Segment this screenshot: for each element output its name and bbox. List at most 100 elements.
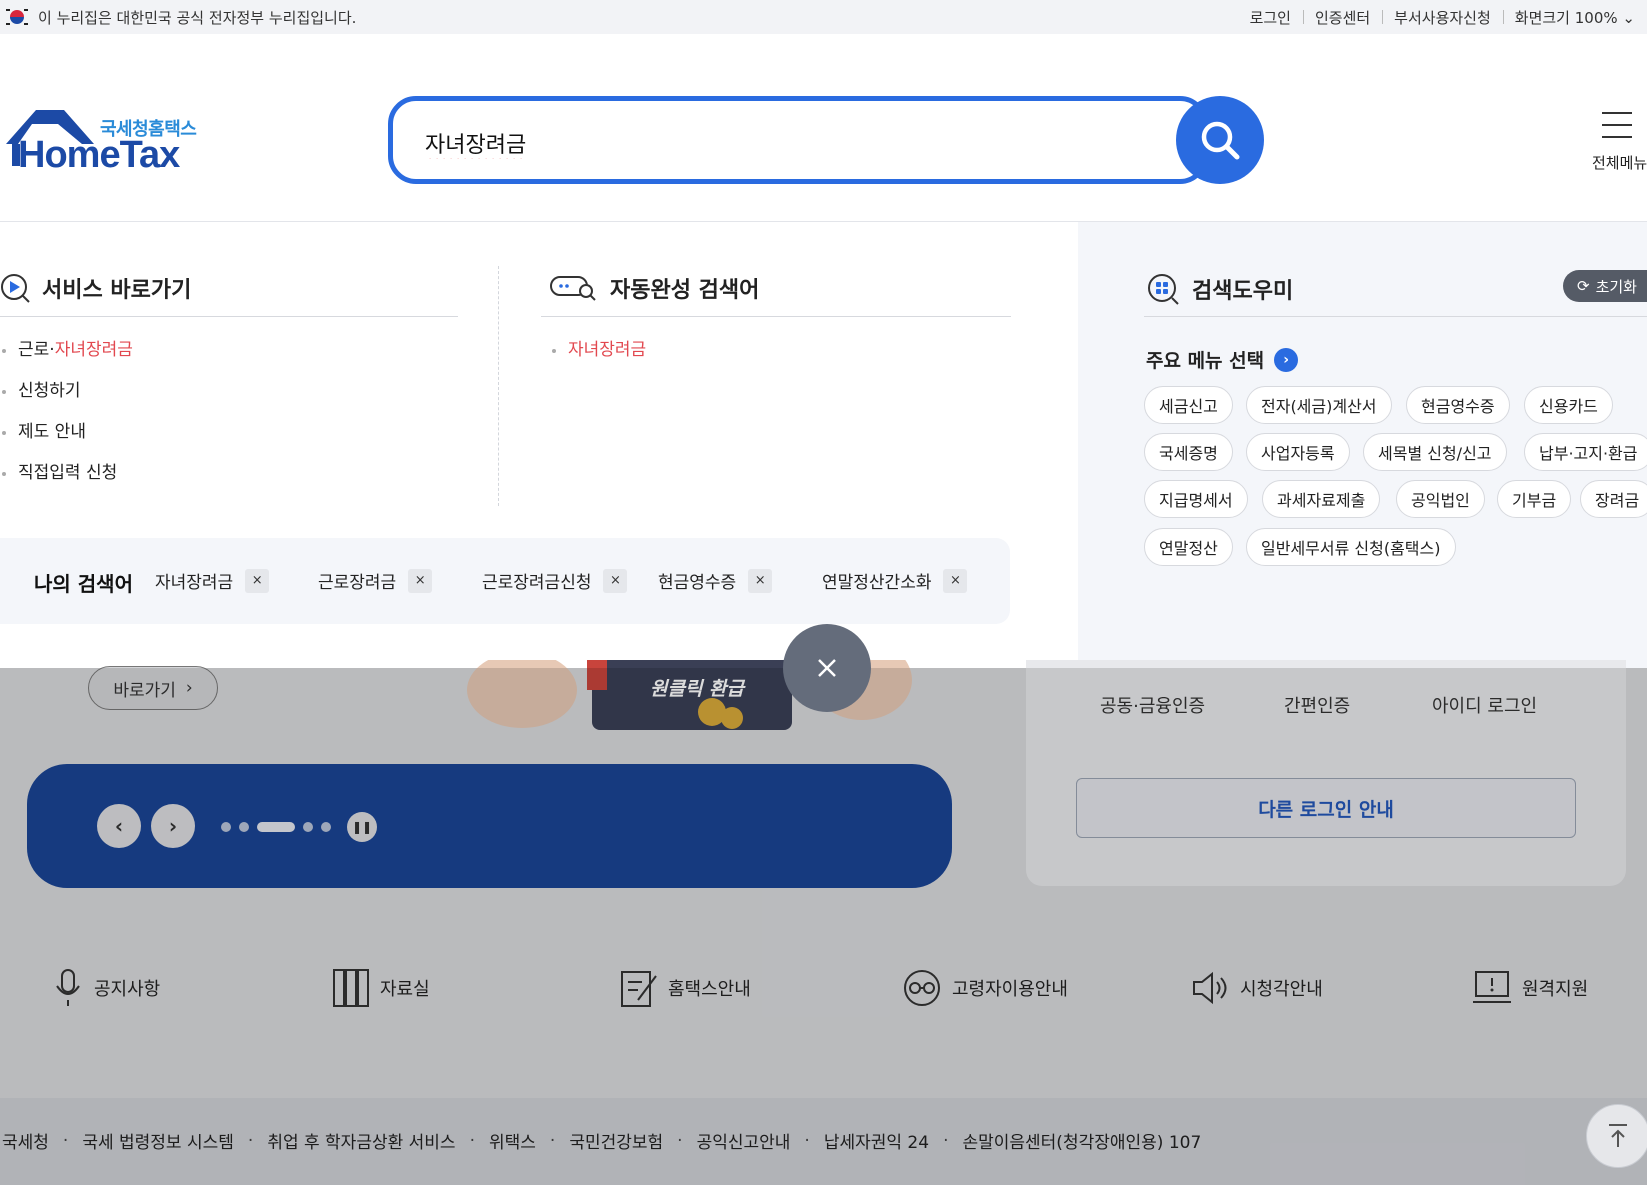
column-divider [498,266,499,506]
quick-link[interactable]: 원격지원 [1472,968,1588,1008]
chevron-right-icon: › [185,678,193,698]
gov-notice-bar: 이 누리집은 대한민국 공식 전자정부 누리집입니다. 로그인 인증센터 부서사… [0,0,1647,34]
grid-search-icon [1148,274,1179,305]
id-login[interactable]: 아이디 로그인 [1432,692,1537,718]
service-shortcuts-title: 서비스 바로가기 [42,278,192,303]
service-shortcuts-heading: 서비스 바로가기 [0,272,191,304]
arrow-up-icon [1609,1124,1627,1147]
menu-chip[interactable]: 신용카드 [1524,386,1613,424]
quick-link[interactable]: 홈택스안내 [620,968,751,1008]
slide-indicator-active[interactable] [257,822,295,832]
menu-chip[interactable]: 납부·고지·환급 [1524,433,1647,471]
menu-chip[interactable]: 장려금 [1580,480,1647,518]
menu-chip[interactable]: 전자(세금)계산서 [1246,386,1392,424]
prev-slide-button[interactable]: ‹ [97,804,141,848]
menu-chip[interactable]: 세목별 신청/신고 [1363,433,1507,471]
footer-link[interactable]: 손말이음센터(청각장애인용) 107 [962,1128,1201,1153]
microphone-icon [56,969,80,1006]
dept-user-apply-link[interactable]: 부서사용자신청 [1382,7,1503,28]
menu-chip[interactable]: 지급명세서 [1144,480,1248,518]
my-search-item[interactable]: 현금영수증 × [658,568,773,593]
menu-chip[interactable]: 세금신고 [1144,386,1233,424]
next-slide-button[interactable]: › [151,804,195,848]
menu-chip[interactable]: 기부금 [1497,480,1572,518]
remove-icon[interactable]: × [603,568,628,593]
remote-support-icon [1473,971,1511,1003]
scroll-top-button[interactable] [1586,1104,1647,1168]
separator-dot: · [943,1130,949,1151]
my-search-item[interactable]: 자녀장려금 × [155,568,270,593]
korea-flag-icon [6,6,28,28]
main-menu-title: 주요 메뉴 선택 [1146,350,1265,372]
chevron-right-icon: › [1274,347,1299,372]
divider [0,316,458,317]
menu-chip[interactable]: 과세자료제출 [1262,480,1381,518]
item-prefix: 직접입력 신청 [18,463,118,483]
my-search-label: 연말정산간소화 [822,573,932,593]
footer-link[interactable]: 공익신고안내 [697,1128,791,1153]
cert-center-link[interactable]: 인증센터 [1302,7,1382,28]
service-shortcut-item[interactable]: 직접입력 신청 [0,453,133,494]
autocomplete-item[interactable]: 자녀장려금 [550,330,646,371]
quick-link[interactable]: 자료실 [332,968,430,1008]
separator-dot: · [804,1130,810,1151]
quick-link[interactable]: 공지사항 [52,968,160,1008]
screen-size-dropdown[interactable]: 화면크기 100% ⌄ [1502,7,1647,28]
footer-link[interactable]: 국세청 [2,1128,49,1153]
search-button[interactable] [1176,96,1264,184]
search-box [388,96,1208,184]
hamburger-icon [1602,112,1632,148]
my-search-item[interactable]: 근로장려금신청 × [482,568,628,593]
quick-link[interactable]: 시청각안내 [1190,968,1323,1008]
search-input[interactable] [423,126,1123,160]
service-shortcut-item[interactable]: 제도 안내 [0,412,133,453]
menu-chip[interactable]: 연말정산 [1144,528,1233,566]
my-search-item[interactable]: 연말정산간소화 × [822,568,968,593]
all-menu-label: 전체메뉴 [1592,154,1647,172]
chevron-down-icon: ⌄ [1622,8,1635,27]
joint-cert-login[interactable]: 공동·금융인증 [1100,692,1205,718]
slide-indicator[interactable] [239,822,249,832]
autocomplete-heading: 자동완성 검색어 [550,272,759,304]
goto-button[interactable]: 바로가기 › [88,666,218,710]
logo-title[interactable]: HomeTax [18,134,180,177]
autocomplete-search-icon [550,276,596,301]
menu-chip[interactable]: 국세증명 [1144,433,1233,471]
remove-icon[interactable]: × [245,568,270,593]
slide-indicator[interactable] [303,822,313,832]
footer-link[interactable]: 국세 법령정보 시스템 [82,1128,234,1153]
slide-indicator[interactable] [221,822,231,832]
remove-icon[interactable]: × [408,568,433,593]
senior-glasses-icon [904,970,940,1006]
my-search-item[interactable]: 근로장려금 × [318,568,433,593]
service-shortcut-item[interactable]: 근로·자녀장려금 [0,330,133,371]
menu-chip[interactable]: 공익법인 [1396,480,1485,518]
reset-label: 초기화 [1595,277,1637,296]
other-login-guide-button[interactable]: 다른 로그인 안내 [1076,778,1576,838]
search-helper-title: 검색도우미 [1192,279,1294,304]
menu-chip[interactable]: 일반세무서류 신청(홈택스) [1246,528,1456,566]
my-searches-bar: 나의 검색어 자녀장려금 × 근로장려금 × 근로장려금신청 × 현금영수증 × 연말정… [0,538,1010,624]
search-icon [1201,121,1240,160]
pause-button[interactable]: ❚❚ [347,812,377,842]
all-menu-button[interactable]: 전체메뉴 [1592,110,1647,180]
menu-chip[interactable]: 현금영수증 [1406,386,1510,424]
footer-link[interactable]: 취업 후 학자금상환 서비스 [267,1128,455,1153]
reset-button[interactable]: ⟳ 초기화 [1563,270,1647,302]
service-shortcut-list: 근로·자녀장려금 신청하기 제도 안내 직접입력 신청 [0,330,133,494]
footer-link[interactable]: 위택스 [489,1128,536,1153]
pause-icon: ❚❚ [351,820,373,834]
menu-chip[interactable]: 사업자등록 [1246,433,1350,471]
slide-indicator[interactable] [321,822,331,832]
footer-link[interactable]: 국민건강보험 [569,1128,663,1153]
quick-link-label: 자료실 [380,979,430,1000]
service-shortcut-item[interactable]: 신청하기 [0,371,133,412]
login-card: 공동·금융인증 간편인증 아이디 로그인 다른 로그인 안내 [1026,660,1626,886]
footer-link[interactable]: 납세자권익 24 [824,1128,929,1153]
remove-icon[interactable]: × [748,568,773,593]
login-link[interactable]: 로그인 [1238,7,1303,28]
close-panel-button[interactable] [783,624,871,712]
remove-icon[interactable]: × [943,568,968,593]
quick-link[interactable]: 고령자이용안내 [902,968,1068,1008]
simple-cert-login[interactable]: 간편인증 [1284,692,1350,718]
